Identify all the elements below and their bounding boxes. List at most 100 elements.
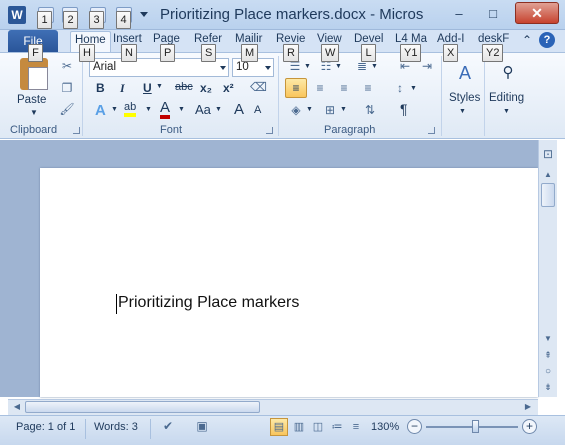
paste-icon[interactable] <box>20 58 48 90</box>
text-effects-icon[interactable]: A <box>95 102 106 119</box>
horizontal-scroll-thumb[interactable] <box>25 401 260 413</box>
zoom-slider-thumb[interactable] <box>472 420 479 433</box>
maximize-button[interactable]: □ <box>478 4 508 24</box>
chevron-down-icon[interactable] <box>220 66 226 70</box>
group-divider <box>278 56 279 136</box>
word-app-icon[interactable]: W <box>8 6 26 24</box>
paste-chevron-down-icon[interactable]: ▼ <box>30 108 38 117</box>
select-browse-object-icon[interactable]: ○ <box>541 366 555 377</box>
group-divider <box>484 56 485 136</box>
print-layout-view-icon[interactable]: ▤ <box>270 418 288 436</box>
multilevel-chevron-down-icon[interactable]: ▼ <box>371 63 378 70</box>
font-size-value: 10 <box>236 61 249 73</box>
customize-qat-chevron-icon[interactable] <box>140 12 148 17</box>
previous-page-icon[interactable]: ⇞ <box>541 350 555 361</box>
keytip-qat-3: 3 <box>89 11 104 29</box>
italic-button[interactable]: I <box>120 81 125 96</box>
styles-button[interactable]: Styles <box>449 92 480 104</box>
document-page[interactable] <box>40 168 538 397</box>
next-page-icon[interactable]: ⇟ <box>541 382 555 393</box>
help-icon[interactable]: ? <box>539 32 555 48</box>
subscript-button[interactable]: x₂ <box>200 81 212 95</box>
status-divider <box>150 419 151 439</box>
group-divider <box>441 56 442 136</box>
zoom-level[interactable]: 130% <box>371 421 399 433</box>
increase-indent-icon[interactable]: ⇥ <box>419 58 435 74</box>
font-color-icon[interactable]: A <box>160 100 171 119</box>
highlight-color-button[interactable]: ab <box>124 101 137 117</box>
shading-chevron-down-icon[interactable]: ▼ <box>306 106 313 113</box>
borders-icon[interactable]: ⊞ <box>322 102 338 118</box>
format-painter-icon[interactable]: 🖌 <box>59 101 75 117</box>
numbering-chevron-down-icon[interactable]: ▼ <box>335 63 342 70</box>
scroll-left-icon[interactable]: ◀ <box>10 402 24 411</box>
line-spacing-icon[interactable]: ↕ <box>392 80 408 96</box>
scroll-up-icon[interactable]: ▲ <box>541 170 555 179</box>
draft-view-icon[interactable]: ≡ <box>347 418 365 436</box>
outline-view-icon[interactable]: ≔ <box>328 418 346 436</box>
bullets-chevron-down-icon[interactable]: ▼ <box>304 63 311 70</box>
scroll-down-icon[interactable]: ▼ <box>541 334 555 343</box>
copy-icon[interactable]: ❐ <box>59 80 75 96</box>
page-count-status[interactable]: Page: 1 of 1 <box>16 421 75 433</box>
zoom-in-button[interactable]: + <box>522 419 537 434</box>
align-right-icon[interactable]: ≡ <box>336 80 352 96</box>
show-hide-button[interactable]: ¶ <box>400 101 408 117</box>
bold-button[interactable]: B <box>96 81 105 95</box>
group-label-paragraph: Paragraph <box>324 124 376 136</box>
word-count-status[interactable]: Words: 3 <box>94 421 138 433</box>
document-text[interactable]: Prioritizing Place markers <box>118 294 299 312</box>
group-label-clipboard: Clipboard <box>10 124 58 136</box>
vertical-scroll-thumb[interactable] <box>541 183 555 207</box>
text-effects-chevron-down-icon[interactable]: ▼ <box>111 106 118 113</box>
keytip-view: W <box>321 44 340 62</box>
underline-chevron-down-icon[interactable]: ▼ <box>156 83 163 90</box>
editing-button[interactable]: Editing <box>489 92 524 104</box>
line-spacing-chevron-down-icon[interactable]: ▼ <box>410 85 417 92</box>
justify-icon[interactable]: ≡ <box>360 80 376 96</box>
close-button[interactable]: ✕ <box>515 2 559 24</box>
keytip-home: H <box>79 44 95 62</box>
window-title: Prioritizing Place markers.docx - Micros <box>160 6 424 23</box>
underline-button[interactable]: U <box>143 81 152 95</box>
change-case-button[interactable]: Aa <box>195 102 211 117</box>
web-layout-view-icon[interactable]: ◫ <box>309 418 327 436</box>
change-case-chevron-down-icon[interactable]: ▼ <box>215 106 222 113</box>
font-dialog-launcher-icon[interactable] <box>266 127 273 134</box>
paragraph-dialog-launcher-icon[interactable] <box>428 127 435 134</box>
styles-icon[interactable]: A <box>454 62 476 84</box>
grow-font-button[interactable]: A <box>234 101 244 118</box>
superscript-button[interactable]: x² <box>223 81 234 95</box>
ruler-toggle-icon[interactable]: ⊡ <box>540 146 556 162</box>
scroll-right-icon[interactable]: ▶ <box>521 402 535 411</box>
sort-icon[interactable]: ⇅ <box>362 102 378 118</box>
chevron-down-icon[interactable] <box>265 66 271 70</box>
strikethrough-button[interactable]: abc <box>175 81 193 93</box>
clipboard-dialog-launcher-icon[interactable] <box>73 127 80 134</box>
keytip-l4-markers: Y1 <box>400 44 422 62</box>
paste-button[interactable]: Paste <box>17 94 46 106</box>
styles-chevron-down-icon[interactable]: ▼ <box>459 108 466 115</box>
macro-record-icon[interactable]: ▣ <box>194 418 210 434</box>
editing-binoculars-icon[interactable]: ⚲ <box>497 62 519 84</box>
align-center-icon[interactable]: ≡ <box>312 80 328 96</box>
highlight-chevron-down-icon[interactable]: ▼ <box>145 106 152 113</box>
align-left-icon[interactable]: ≡ <box>288 80 304 96</box>
minimize-button[interactable]: – <box>444 4 474 24</box>
font-name-value: Arial <box>93 61 117 73</box>
group-label-font: Font <box>160 124 183 136</box>
cut-icon[interactable]: ✂ <box>59 58 75 74</box>
full-screen-reading-view-icon[interactable]: ▥ <box>290 418 308 436</box>
minimize-ribbon-icon[interactable]: ⌃ <box>522 33 532 47</box>
proofing-check-icon[interactable]: ✔ <box>160 418 176 434</box>
font-color-chevron-down-icon[interactable]: ▼ <box>178 106 185 113</box>
clear-formatting-icon[interactable]: ⌫ <box>250 79 267 95</box>
editing-chevron-down-icon[interactable]: ▼ <box>503 108 510 115</box>
borders-chevron-down-icon[interactable]: ▼ <box>340 106 347 113</box>
shrink-font-icon[interactable]: A <box>254 104 261 116</box>
keytip-mailings: M <box>241 44 259 62</box>
keytip-review: R <box>283 44 299 62</box>
group-divider <box>82 56 83 136</box>
shading-icon[interactable]: ◈ <box>288 102 304 118</box>
zoom-out-button[interactable]: − <box>407 419 422 434</box>
